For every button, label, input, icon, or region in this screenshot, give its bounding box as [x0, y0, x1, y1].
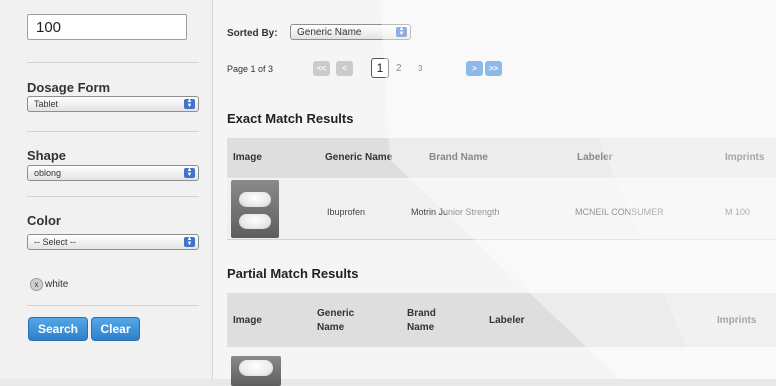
divider	[27, 62, 199, 63]
sort-select[interactable]: Generic Name ▲ ▼	[290, 24, 411, 40]
header-generic-name: Generic Name	[317, 308, 355, 333]
pill-icon	[239, 214, 271, 229]
select-arrow-icon: ▲ ▼	[184, 167, 195, 178]
pill-icon	[239, 360, 273, 376]
pill-image-icon[interactable]	[231, 180, 279, 238]
divider	[27, 131, 199, 132]
selected-color-chip: white	[45, 279, 69, 290]
header-generic-name: Generic Name	[325, 152, 393, 163]
current-page: 1	[371, 58, 389, 78]
results-panel: Sorted By: Generic Name ▲ ▼ Page 1 of 3 <…	[213, 0, 776, 386]
header-imprints: Imprints	[725, 152, 765, 163]
header-brand-name: Brand Name	[429, 152, 488, 163]
remove-chip-icon[interactable]: x	[30, 278, 43, 291]
imprint-input[interactable]: 100	[27, 14, 187, 40]
exact-table-header: Image Generic Name Brand Name Labeler Im…	[227, 138, 776, 178]
page-info: Page 1 of 3	[227, 64, 274, 74]
divider	[27, 305, 199, 306]
shape-value: oblong	[34, 168, 62, 178]
pill-icon	[239, 192, 271, 207]
cell-generic-name: Ibuprofen	[327, 207, 366, 217]
cell-imprints: M 100	[725, 207, 751, 217]
sort-value: Generic Name	[297, 27, 362, 38]
sorted-by-label: Sorted By:	[227, 28, 278, 39]
page-3-link[interactable]: 3	[418, 64, 422, 73]
search-button[interactable]: Search	[28, 317, 88, 341]
partial-table-header: Image Generic Name Brand Name Labeler Im…	[227, 293, 776, 347]
cell-labeler: MCNEIL CONSUMER	[575, 207, 664, 217]
header-labeler: Labeler	[489, 315, 525, 326]
filter-sidebar: 100 Dosage Form Tablet ▲ ▼ Shape oblong ▲…	[0, 0, 213, 379]
select-arrow-icon: ▲ ▼	[184, 236, 195, 247]
header-labeler: Labeler	[577, 152, 613, 163]
pill-image-icon[interactable]	[231, 356, 281, 386]
dosage-form-value: Tablet	[34, 99, 59, 109]
dosage-form-label: Dosage Form	[27, 80, 111, 95]
color-select[interactable]: -- Select -- ▲ ▼	[27, 234, 199, 250]
last-page-button[interactable]: >>	[485, 61, 502, 76]
page-2-link[interactable]: 2	[396, 63, 402, 74]
header-image: Image	[233, 315, 262, 326]
shape-label: Shape	[27, 148, 67, 163]
shape-select[interactable]: oblong ▲ ▼	[27, 165, 199, 181]
prev-page-button[interactable]: <	[336, 61, 353, 76]
cell-brand-name: Motrin Junior Strength	[411, 207, 500, 217]
select-arrow-icon: ▲ ▼	[396, 26, 407, 37]
first-page-button[interactable]: <<	[313, 61, 330, 76]
select-arrow-icon: ▲ ▼	[184, 98, 195, 109]
dosage-form-select[interactable]: Tablet ▲ ▼	[27, 96, 199, 112]
table-row[interactable]: Ibuprofen Motrin Junior Strength MCNEIL …	[227, 179, 776, 240]
next-page-button[interactable]: >	[466, 61, 483, 76]
color-label: Color	[27, 213, 61, 228]
exact-match-title: Exact Match Results	[227, 111, 354, 126]
color-value: -- Select --	[34, 237, 77, 247]
divider	[27, 196, 199, 197]
header-image: Image	[233, 152, 262, 163]
header-imprints: Imprints	[717, 315, 757, 326]
clear-button[interactable]: Clear	[91, 317, 140, 341]
header-brand-name: Brand Name	[407, 308, 436, 333]
partial-match-title: Partial Match Results	[227, 266, 359, 281]
